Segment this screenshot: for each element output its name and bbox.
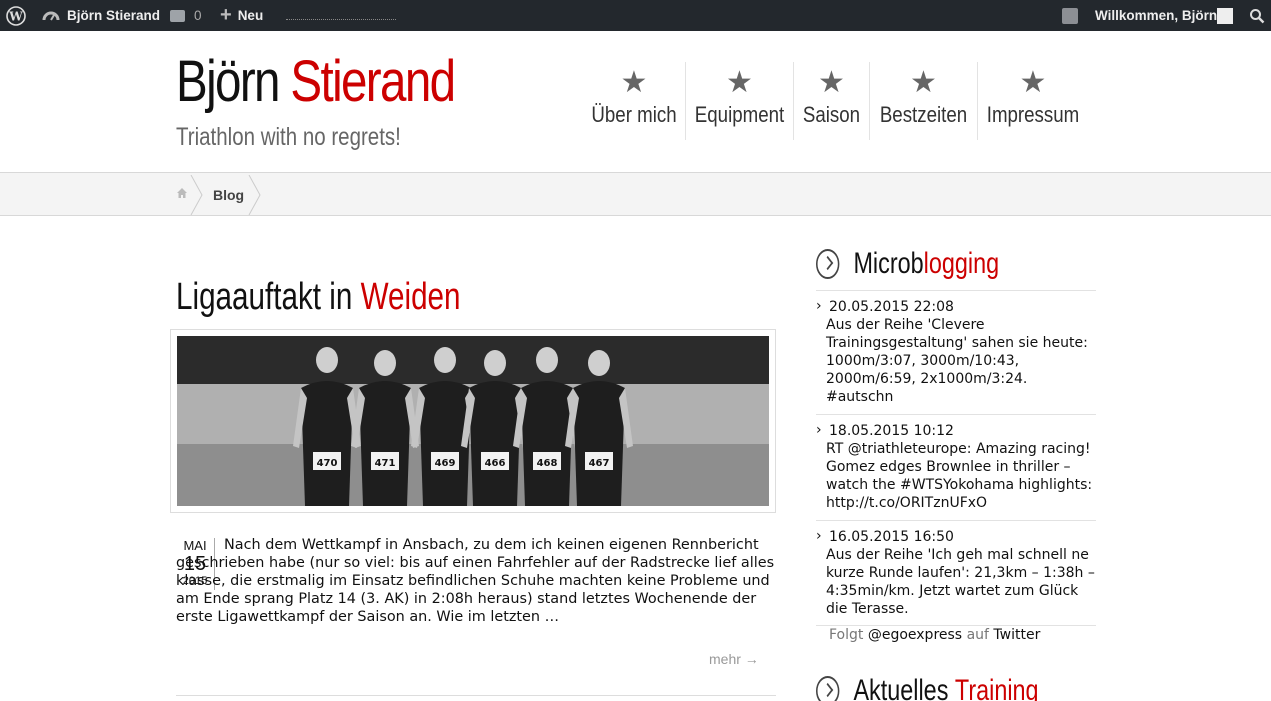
site-title[interactable]: Björn Stierand: [176, 53, 456, 111]
team-photo: 470 471 469 466 468 467: [177, 336, 769, 506]
nav-item-label: Saison: [802, 102, 861, 127]
plus-icon: +: [220, 4, 232, 26]
bib-number: 469: [435, 458, 456, 469]
post-title[interactable]: Ligaauftakt in Weiden: [176, 276, 461, 319]
nav-item-bestzeiten[interactable]: ★ Bestzeiten: [870, 62, 978, 140]
admin-new-link[interactable]: + Neu: [220, 0, 263, 31]
tweet-time[interactable]: 18.05.2015 10:12: [816, 421, 1096, 440]
nav-item-label: Bestzeiten: [879, 102, 968, 127]
athlete-body: [469, 381, 521, 506]
nav-item-saison[interactable]: ★ Saison: [794, 62, 870, 140]
chevron-circle-icon: [816, 249, 840, 279]
star-icon: ★: [1019, 65, 1047, 100]
admin-bar-placeholder: [286, 19, 396, 20]
nav-item-impressum[interactable]: ★ Impressum: [978, 62, 1088, 140]
athlete-head: [588, 350, 610, 376]
twitter-link[interactable]: Twitter: [993, 627, 1040, 643]
admin-account-link[interactable]: Willkommen, Björn: [1095, 0, 1217, 31]
athlete-head: [484, 350, 506, 376]
notification-bubble: [1062, 7, 1078, 24]
search-icon[interactable]: [1249, 0, 1265, 31]
star-icon: ★: [818, 65, 845, 100]
star-icon: ★: [726, 65, 753, 100]
bib-number: 466: [485, 458, 506, 469]
widget-divider: [816, 414, 1096, 415]
microblogging-widget-title: Microb logging: [816, 247, 999, 281]
athlete-body: [301, 381, 353, 506]
bib-number: 471: [375, 458, 396, 469]
post-title-second: Weiden: [360, 276, 461, 318]
widget-divider: [816, 290, 1096, 291]
tweet-text: Aus der Reihe 'Ich geh mal schnell ne ku…: [826, 547, 1095, 617]
admin-site-link[interactable]: Björn Stierand: [42, 0, 160, 31]
athlete-head: [374, 350, 396, 376]
admin-new-label: Neu: [237, 8, 264, 23]
wordpress-logo-icon[interactable]: W: [6, 0, 28, 31]
bib-number: 467: [589, 458, 610, 469]
team-photo-drawing: 470 471 469 466 468 467: [177, 336, 769, 506]
widget-title-red: Training: [954, 674, 1039, 701]
tweet-text: Aus der Reihe 'Clevere Trainingsgestaltu…: [826, 317, 1088, 405]
tweet-item: 16.05.2015 16:50 Aus der Reihe 'Ich geh …: [816, 527, 1096, 618]
nav-item-label: Impressum: [986, 102, 1080, 127]
athlete-body: [521, 381, 573, 506]
athlete-body: [359, 381, 411, 506]
tweet-text: RT @triathleteurope: Amazing racing! Gom…: [826, 441, 1093, 511]
athlete-head: [316, 347, 338, 373]
tweet-item: 20.05.2015 22:08 Aus der Reihe 'Clevere …: [816, 297, 1096, 406]
bib-number: 470: [317, 458, 338, 469]
training-widget-title: Aktuelles Training: [816, 674, 1039, 701]
athlete-head: [536, 347, 558, 373]
follow-on: auf: [966, 627, 989, 643]
notification-icon[interactable]: [1062, 0, 1078, 31]
widget-title-red: logging: [923, 247, 1000, 280]
widget-title-dark: Microb: [853, 247, 924, 280]
breadcrumb: Blog: [0, 172, 1271, 216]
nav-item-equipment[interactable]: ★ Equipment: [686, 62, 794, 140]
post-excerpt: Nach dem Wettkampf in Ansbach, zu dem ic…: [176, 537, 775, 625]
nav-item-label: Über mich: [591, 102, 677, 127]
home-icon[interactable]: [176, 187, 188, 199]
post-title-first: Ligaauftakt in: [176, 276, 353, 318]
avatar[interactable]: [1217, 0, 1233, 31]
comment-count: 0: [194, 8, 202, 23]
post-divider: [176, 695, 776, 696]
admin-site-name: Björn Stierand: [67, 8, 161, 23]
follow-prefix: Folgt: [829, 627, 864, 643]
star-icon: ★: [910, 65, 937, 100]
breadcrumb-separator: [248, 175, 261, 215]
chevron-circle-icon: [816, 676, 840, 701]
athlete-head: [434, 347, 456, 373]
tweet-time[interactable]: 20.05.2015 22:08: [816, 297, 1096, 316]
site-title-second: Stierand: [290, 49, 456, 114]
site-title-first: Björn: [176, 49, 280, 114]
follow-handle-link[interactable]: @egoexpress: [868, 627, 962, 643]
dashboard-icon: [42, 11, 60, 21]
bib-number: 468: [537, 458, 558, 469]
breadcrumb-separator: [190, 175, 203, 215]
star-icon: ★: [620, 65, 648, 100]
comment-icon: [170, 9, 185, 22]
admin-welcome-text: Willkommen, Björn: [1095, 8, 1218, 23]
breadcrumb-blog[interactable]: Blog: [213, 187, 244, 203]
tweet-time[interactable]: 16.05.2015 16:50: [816, 527, 1096, 546]
widget-divider: [816, 625, 1096, 626]
tweet-item: 18.05.2015 10:12 RT @triathleteurope: Am…: [816, 421, 1096, 512]
site-tagline: Triathlon with no regrets!: [176, 123, 401, 151]
read-more-link[interactable]: mehr →: [709, 651, 759, 667]
admin-comments-link[interactable]: 0: [170, 0, 202, 31]
widget-title-dark: Aktuelles: [853, 674, 949, 701]
widget-divider: [816, 520, 1096, 521]
post-featured-image[interactable]: 470 471 469 466 468 467: [170, 329, 776, 513]
svg-text:W: W: [8, 9, 23, 23]
nav-item-label: Equipment: [694, 102, 785, 127]
twitter-follow-line: Folgt @egoexpress auf Twitter: [829, 627, 1040, 643]
admin-bar: W Björn Stierand 0 + Neu Willkommen, Bjö…: [0, 0, 1271, 31]
athlete-body: [573, 381, 625, 506]
nav-item-ueber-mich[interactable]: ★ Über mich: [583, 62, 686, 140]
